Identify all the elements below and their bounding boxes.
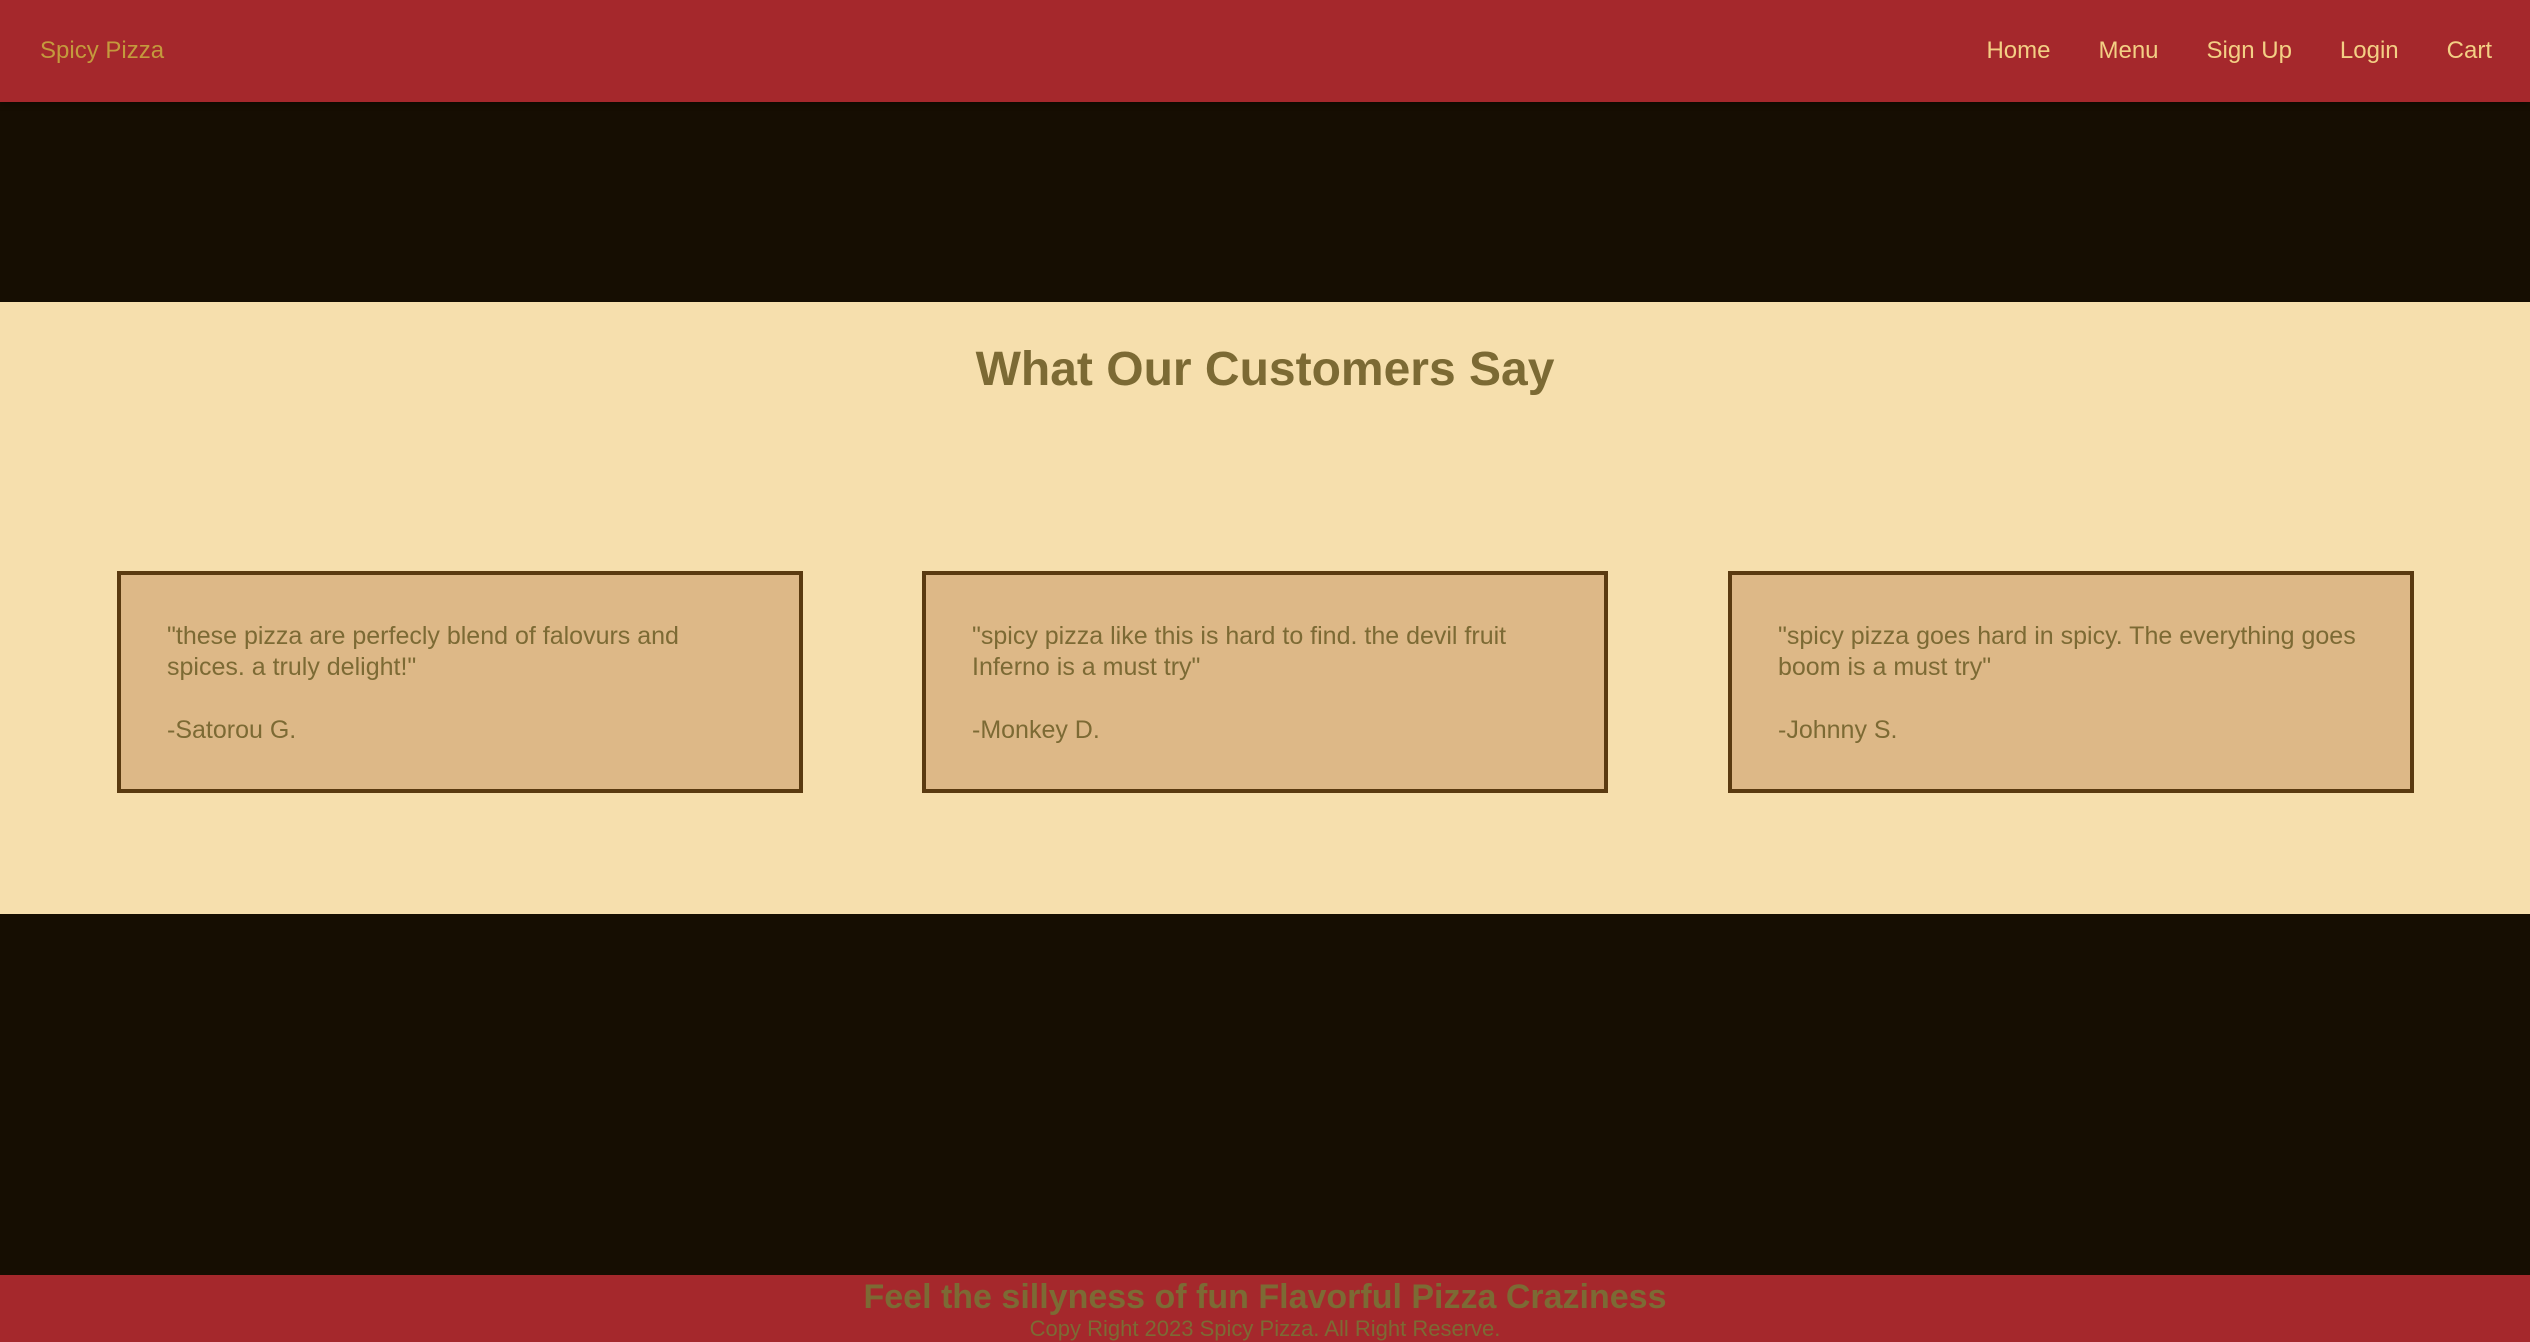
footer-tagline: Feel the sillyness of fun Flavorful Pizz… xyxy=(863,1278,1667,1316)
nav-link-login[interactable]: Login xyxy=(2340,37,2399,65)
nav-link-sign-up[interactable]: Sign Up xyxy=(2207,37,2292,65)
testimonial-quote: "spicy pizza like this is hard to find. … xyxy=(972,622,1507,681)
testimonial-quote: "these pizza are perfecly blend of falov… xyxy=(167,622,679,681)
nav-link-cart[interactable]: Cart xyxy=(2447,37,2492,65)
nav-links: Home Menu Sign Up Login Cart xyxy=(1986,37,2492,65)
testimonial-card: "these pizza are perfecly blend of falov… xyxy=(117,571,803,793)
hero-banner xyxy=(0,102,2530,302)
testimonials-section: What Our Customers Say "these pizza are … xyxy=(0,302,2530,914)
nav-link-menu[interactable]: Menu xyxy=(2098,37,2158,65)
testimonial-card: "spicy pizza like this is hard to find. … xyxy=(922,571,1608,793)
brand-logo-link[interactable]: Spicy Pizza xyxy=(40,37,164,65)
navbar: Spicy Pizza Home Menu Sign Up Login Cart xyxy=(0,0,2530,102)
testimonial-author: -Satorou G. xyxy=(167,716,297,744)
dark-spacer-section xyxy=(0,914,2530,1275)
section-title: What Our Customers Say xyxy=(975,343,1555,396)
footer: Feel the sillyness of fun Flavorful Pizz… xyxy=(0,1275,2530,1342)
testimonial-author: -Johnny S. xyxy=(1778,716,1898,744)
nav-link-home[interactable]: Home xyxy=(1986,37,2050,65)
testimonial-author: -Monkey D. xyxy=(972,716,1100,744)
testimonial-card: "spicy pizza goes hard in spicy. The eve… xyxy=(1728,571,2414,793)
testimonial-quote: "spicy pizza goes hard in spicy. The eve… xyxy=(1778,622,2356,681)
footer-copyright: Copy Right 2023 Spicy Pizza. All Right R… xyxy=(1029,1316,1501,1341)
